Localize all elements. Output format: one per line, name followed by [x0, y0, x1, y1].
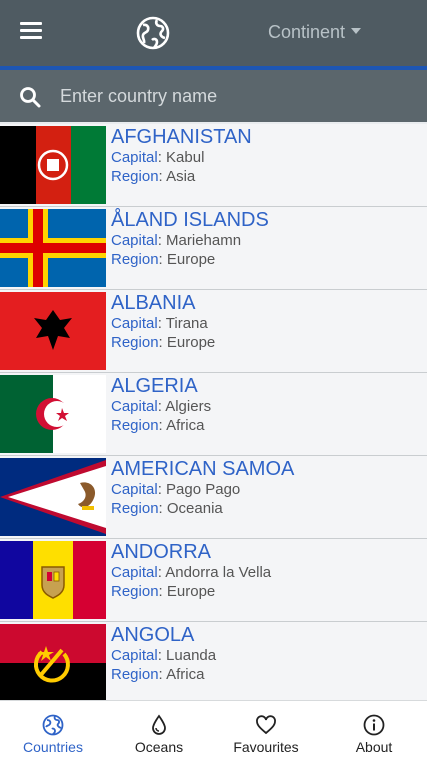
- tab-favourites-label: Favourites: [233, 739, 299, 755]
- american-samoa-flag-icon: [0, 458, 106, 536]
- app-header: Continent: [0, 0, 427, 66]
- capital-value: Algiers: [165, 398, 212, 415]
- algeria-flag-icon: [0, 375, 106, 453]
- heart-icon: [256, 715, 276, 735]
- capital-line: Capital: Andorra la Vella: [111, 564, 272, 581]
- capital-value: Mariehamn: [166, 232, 242, 249]
- list-item[interactable]: ANGOLA Capital: Luanda Region: Africa: [0, 622, 427, 705]
- country-name: ANDORRA: [111, 541, 212, 563]
- region-value: Oceania: [166, 500, 223, 517]
- region-value: Europe: [166, 334, 216, 351]
- search-bar: [0, 70, 427, 122]
- list-item[interactable]: ANDORRA Capital: Andorra la Vella Region…: [0, 539, 427, 622]
- capital-line: Capital: Pago Pago: [111, 481, 241, 498]
- capital-value: Tirana: [165, 315, 208, 332]
- country-name: AFGHANISTAN: [111, 126, 252, 148]
- region-line: Region: Europe: [111, 251, 216, 268]
- capital-value: Pago Pago: [166, 481, 241, 498]
- region-value: Africa: [166, 417, 205, 434]
- capital-value: Kabul: [166, 149, 205, 166]
- caret-down-icon: [351, 28, 362, 35]
- continent-dropdown[interactable]: Continent: [268, 22, 362, 43]
- region-line: Region: Africa: [111, 417, 205, 434]
- andorra-flag-icon: [0, 541, 106, 619]
- water-drop-icon: [152, 714, 166, 735]
- region-value: Africa: [166, 666, 205, 683]
- globe-icon: [42, 714, 64, 736]
- list-item[interactable]: AMERICAN SAMOA Capital: Pago Pago Region…: [0, 456, 427, 539]
- country-name: ANGOLA: [111, 624, 195, 646]
- tab-oceans-label: Oceans: [134, 739, 184, 755]
- country-list: AFGHANISTAN Capital: Kabul Region: Asia …: [0, 124, 427, 705]
- tab-countries[interactable]: Countries: [0, 701, 106, 760]
- tab-oceans[interactable]: Oceans: [106, 701, 212, 760]
- list-item[interactable]: ALGERIA Capital: Algiers Region: Africa: [0, 373, 427, 456]
- list-item[interactable]: AFGHANISTAN Capital: Kabul Region: Asia: [0, 124, 427, 207]
- albania-flag-icon: [0, 292, 106, 370]
- capital-line: Capital: Algiers: [111, 398, 212, 415]
- menu-button[interactable]: [20, 22, 44, 42]
- tab-favourites[interactable]: Favourites: [213, 701, 319, 760]
- afghanistan-flag-icon: [0, 126, 106, 204]
- region-value: Asia: [166, 168, 196, 185]
- tab-about[interactable]: About: [321, 701, 427, 760]
- tab-about-label: About: [355, 739, 393, 755]
- capital-line: Capital: Luanda: [111, 647, 217, 664]
- aland-flag-icon: [0, 209, 106, 287]
- region-value: Europe: [166, 251, 216, 268]
- capital-value: Luanda: [166, 647, 217, 664]
- list-item[interactable]: ALBANIA Capital: Tirana Region: Europe: [0, 290, 427, 373]
- angola-flag-icon: [0, 624, 106, 702]
- region-line: Region: Europe: [111, 583, 216, 600]
- country-name: AMERICAN SAMOA: [111, 458, 295, 480]
- region-value: Europe: [166, 583, 216, 600]
- globe-logo-icon: [136, 16, 170, 50]
- search-input[interactable]: [60, 80, 410, 112]
- tab-countries-label: Countries: [23, 739, 83, 755]
- country-name: ÅLAND ISLANDS: [111, 209, 269, 231]
- capital-line: Capital: Tirana: [111, 315, 208, 332]
- info-icon: [363, 714, 385, 736]
- region-line: Region: Oceania: [111, 500, 223, 517]
- continent-dropdown-label: Continent: [268, 22, 346, 42]
- bottom-navigation: Countries Oceans Favourites About: [0, 700, 427, 760]
- list-item[interactable]: ÅLAND ISLANDS Capital: Mariehamn Region:…: [0, 207, 427, 290]
- region-line: Region: Africa: [111, 666, 205, 683]
- country-name: ALGERIA: [111, 375, 198, 397]
- country-name: ALBANIA: [111, 292, 196, 314]
- capital-value: Andorra la Vella: [165, 564, 272, 581]
- region-line: Region: Europe: [111, 334, 216, 351]
- capital-line: Capital: Kabul: [111, 149, 205, 166]
- search-icon: [20, 87, 41, 108]
- menu-icon: [20, 22, 42, 25]
- capital-line: Capital: Mariehamn: [111, 232, 242, 249]
- region-line: Region: Asia: [111, 168, 196, 185]
